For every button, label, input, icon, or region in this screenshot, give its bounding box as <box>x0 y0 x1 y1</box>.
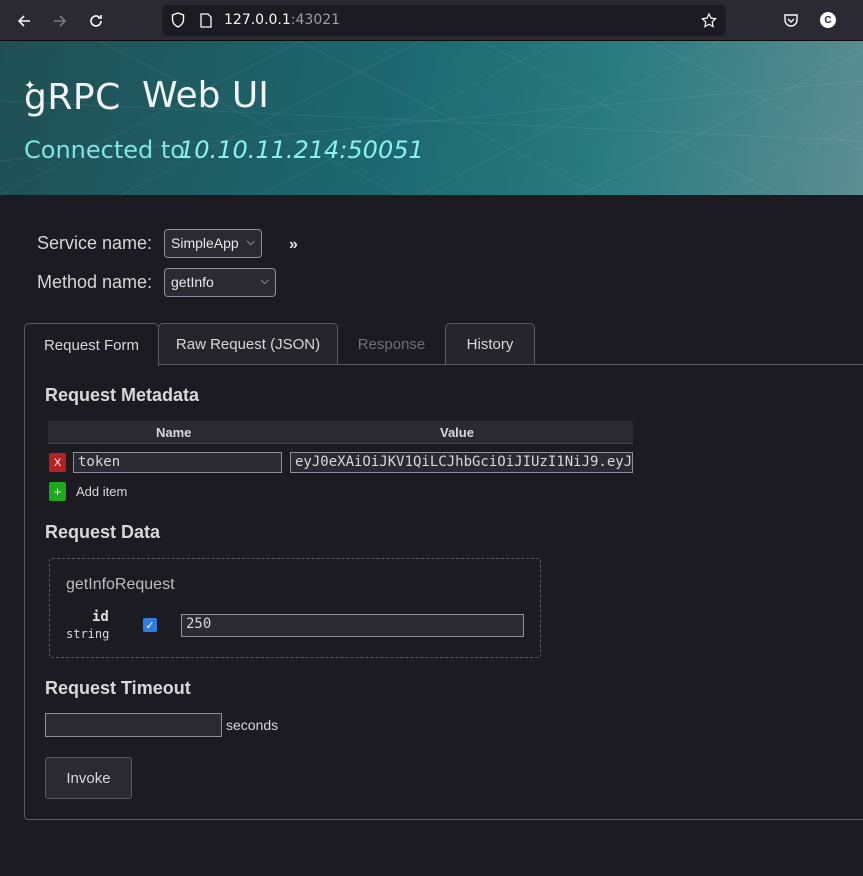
field-type-string: string <box>66 627 110 641</box>
tab-label: Response <box>357 336 426 353</box>
expand-toggle[interactable]: » <box>289 236 298 254</box>
tab-response[interactable]: Response <box>338 323 445 365</box>
method-name-label: Method name: <box>37 272 153 292</box>
tab-history[interactable]: History <box>445 323 535 365</box>
method-name-value: getInfo <box>171 274 214 290</box>
request-timeout-title: Request Timeout <box>45 678 191 698</box>
page-icon[interactable] <box>198 12 214 28</box>
avatar: C <box>820 12 836 28</box>
timeout-unit-label: seconds <box>226 717 279 733</box>
tab-label: Raw Request (JSON) <box>175 336 321 353</box>
service-name-label: Service name: <box>37 233 153 253</box>
url-bar[interactable]: 127.0.0.1:43021 <box>162 5 726 36</box>
column-value-header: Value <box>440 425 474 440</box>
bookmark-star-icon[interactable] <box>701 11 717 28</box>
add-item-label[interactable]: Add item <box>76 484 127 499</box>
tab-label: Request Form <box>43 336 140 354</box>
metadata-value-input[interactable]: eyJ0eXAiOiJKV1QiLCJhbGciOiJIUzI1NiJ9.eyJ <box>290 452 633 473</box>
metadata-table-header: Name Value <box>48 421 633 444</box>
banner-pattern <box>0 41 863 195</box>
account-icon[interactable]: C <box>818 10 838 30</box>
timeout-input[interactable] <box>45 713 222 737</box>
field-enabled-checkbox[interactable]: ✓ <box>143 618 157 632</box>
message-name: getInfoRequest <box>66 576 175 593</box>
url-text[interactable]: 127.0.0.1:43021 <box>224 12 340 28</box>
metadata-name-input[interactable]: token <box>73 452 282 473</box>
url-host: 127.0.0.1 <box>224 12 291 28</box>
connected-label: Connected to <box>24 136 185 164</box>
url-port: :43021 <box>290 12 341 28</box>
pocket-icon[interactable] <box>781 10 801 30</box>
page-title: Web UI <box>142 75 269 116</box>
field-id-textarea[interactable]: 250 <box>181 614 524 637</box>
connected-address: 10.10.11.214:50051 <box>179 136 424 164</box>
delete-metadata-button[interactable]: X <box>49 453 66 472</box>
tab-request-form[interactable]: Request Form <box>24 323 159 366</box>
service-name-select[interactable]: SimpleApp ⌵ <box>164 229 262 258</box>
invoke-button[interactable]: Invoke <box>45 757 132 799</box>
shield-icon[interactable] <box>170 12 186 28</box>
add-item-button[interactable]: + <box>49 482 66 501</box>
header-banner: ✦ gRPC Web UI Connected to 10.10.11.214:… <box>0 41 863 195</box>
tab-raw-request[interactable]: Raw Request (JSON) <box>158 323 338 365</box>
tab-label: History <box>466 336 514 353</box>
method-name-select[interactable]: getInfo ⌵ <box>164 268 276 297</box>
reload-icon[interactable] <box>83 8 109 34</box>
grpc-logo: gRPC <box>24 77 121 118</box>
field-name-id: id <box>92 609 109 625</box>
chevron-down-icon: ⌵ <box>246 236 255 248</box>
forward-icon[interactable] <box>47 8 73 34</box>
request-metadata-title: Request Metadata <box>45 385 200 405</box>
service-name-value: SimpleApp <box>171 235 239 251</box>
chevron-down-icon: ⌵ <box>260 275 269 287</box>
request-data-title: Request Data <box>45 522 161 542</box>
column-name-header: Name <box>156 425 192 440</box>
request-message-fieldset <box>49 558 541 658</box>
back-icon[interactable] <box>11 8 37 34</box>
browser-toolbar: 127.0.0.1:43021 C <box>0 0 863 41</box>
